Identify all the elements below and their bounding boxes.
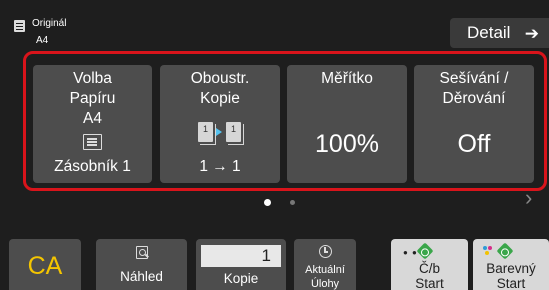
preview-icon: [136, 246, 148, 259]
paper-tile-line1: Volba: [73, 70, 112, 87]
finish-value: Off: [457, 130, 491, 158]
job-status-line2: Úlohy: [310, 278, 340, 290]
original-document-icon: [14, 20, 25, 32]
bw-start-button[interactable]: ● ● Č/b Start: [391, 239, 468, 290]
detail-label: Detail: [467, 23, 511, 42]
job-status-line1: Aktuální: [305, 264, 345, 276]
paper-tray-icon: [83, 134, 102, 150]
paper-select-tile[interactable]: Volba Papíru A4 Zásobník 1: [33, 65, 152, 183]
ratio-value: 100%: [315, 130, 379, 158]
bottom-action-bar: CA Náhled 1 Kopie Aktuální Úlohy ● ● Č/b…: [0, 239, 549, 290]
color-start-line2: Start: [496, 276, 526, 290]
copies-input[interactable]: 1: [201, 245, 281, 267]
paper-size: A4: [83, 110, 102, 127]
copies-label: Kopie: [223, 271, 259, 286]
staple-punch-tile[interactable]: Sešívání / Děrování Off: [414, 65, 534, 183]
page-indicator: [0, 195, 549, 209]
finish-tile-line2: Děrování: [442, 90, 506, 107]
clock-icon: [319, 245, 332, 258]
finish-tile-line1: Sešívání /: [439, 70, 509, 87]
top-bar: Originál A4 Detail ➔: [0, 0, 549, 52]
duplex-icon: 1 1: [198, 122, 246, 150]
ratio-label: Měřítko: [321, 70, 373, 87]
duplex-mode: 1 → 1: [199, 158, 241, 175]
paper-tray-label: Zásobník 1: [54, 158, 131, 175]
page-dot-active[interactable]: [264, 199, 271, 206]
bw-start-icon: ● ●: [403, 242, 437, 260]
bw-start-line1: Č/b: [418, 261, 440, 276]
arrow-right-icon: ➔: [524, 24, 539, 43]
duplex-copy-tile[interactable]: Oboustr. Kopie 1 1 1 → 1: [160, 65, 280, 183]
copy-ratio-tile[interactable]: Měřítko 100%: [287, 65, 407, 183]
original-label: Originál: [32, 18, 67, 29]
bw-start-line2: Start: [415, 276, 444, 290]
preview-label: Náhled: [120, 269, 163, 284]
color-start-icon: [483, 242, 517, 260]
detail-button[interactable]: Detail ➔: [450, 18, 549, 48]
duplex-tile-line2: Kopie: [200, 90, 240, 107]
chevron-right-icon[interactable]: ›: [525, 185, 532, 211]
clear-all-button[interactable]: CA: [9, 239, 81, 290]
color-start-line1: Barevný: [486, 261, 536, 276]
color-start-button[interactable]: Barevný Start: [473, 239, 549, 290]
original-size: A4: [36, 35, 49, 46]
copies-control: 1 Kopie: [196, 239, 286, 290]
paper-tile-line2: Papíru: [69, 90, 116, 107]
duplex-tile-line1: Oboustr.: [190, 70, 250, 87]
page-dot[interactable]: [290, 200, 295, 205]
job-status-button[interactable]: Aktuální Úlohy: [294, 239, 356, 290]
preview-button[interactable]: Náhled: [96, 239, 187, 290]
